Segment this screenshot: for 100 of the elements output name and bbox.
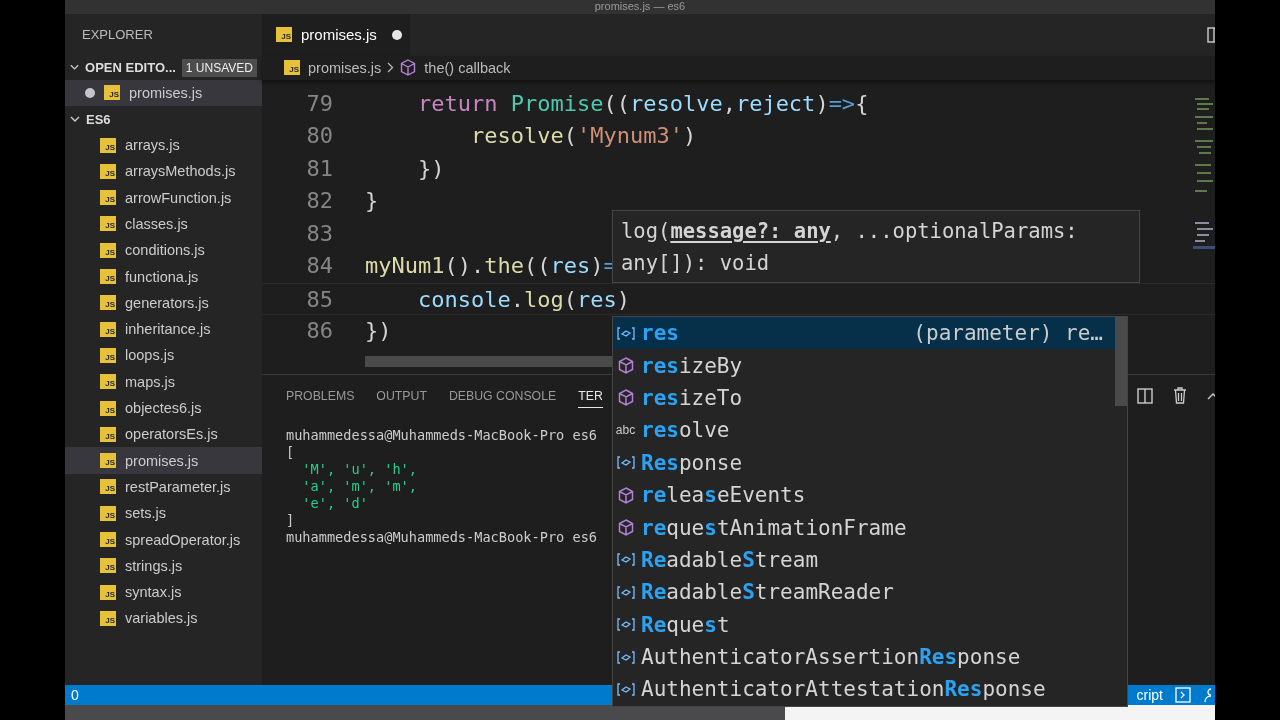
file-item[interactable]: JS strings.js [65,552,262,579]
file-item[interactable]: JS functiona.js [65,263,262,290]
variable-icon [616,683,635,696]
line-number: 79 [305,89,333,118]
suggestion-item[interactable]: Response [613,446,1115,479]
js-file-icon: JS [100,400,116,416]
editor-tab[interactable]: JS promises.js [262,13,410,56]
split-panel-icon[interactable] [1137,387,1153,404]
variable-icon [616,326,635,340]
code-line: }) [416,155,445,181]
panel-tab[interactable]: DEBUG CONSOLE [448,389,557,409]
js-file-icon: JS [104,85,120,101]
language-mode[interactable]: cript [1136,687,1163,704]
open-editor-item[interactable]: JS promises.js [65,79,262,106]
terminal-line: 'e', 'd' [301,494,368,512]
problems-count[interactable]: 0 [71,687,79,704]
js-file-icon: JS [100,505,116,521]
line-number: 84 [305,252,333,281]
file-item[interactable]: JS arraysMethods.js [65,158,262,185]
js-file-icon: JS [100,269,116,285]
terminal-line: muhammedessa@Muhammeds-MacBook-Pro es6 [286,426,597,444]
file-item[interactable]: JS promises.js [65,447,262,474]
file-item[interactable]: JS syntax.js [65,578,262,606]
js-file-icon: JS [100,610,116,626]
js-file-icon: JS [100,321,116,337]
window-title: promises.js — es6 [594,0,686,13]
sidebar-title: EXPLORER [82,27,153,43]
js-file-icon: JS [100,374,116,390]
cube-icon [617,389,634,407]
code-line: }) [365,318,392,344]
js-file-icon: JS [100,426,116,442]
suggestion-detail: (parameter) re… [913,321,1103,346]
js-file-icon: JS [100,137,116,153]
person-icon[interactable] [1203,687,1211,704]
scrollbar-thumb[interactable] [1115,317,1127,406]
file-item[interactable]: JS objectes6.js [65,394,262,422]
suggestion-item[interactable]: AuthenticatorAttestationResponse [613,673,1115,706]
js-file-icon: JS [100,347,116,363]
code-line: console.log(res) [416,286,630,312]
variable-icon [616,650,635,664]
chevron-down-icon [70,64,80,72]
js-file-icon: JS [100,190,116,206]
line-number: 80 [305,122,333,151]
file-item[interactable]: JS classes.js [65,210,262,238]
suggestion-item[interactable]: res (parameter) re… [613,317,1115,350]
cube-icon [400,59,417,77]
suggestion-item[interactable]: ReadableStream [613,543,1115,577]
signature-text: log(message?: any, ...optionalParams: any[]): void [621,219,1078,275]
code-line: return Promise((resolve,reject)=>{ [416,90,869,116]
js-file-icon: JS [100,216,116,232]
trash-icon[interactable] [1173,387,1187,405]
chevron-right-icon [387,62,395,74]
file-item[interactable]: JS arrowFunction.js [65,184,262,211]
suggestion-item[interactable]: ReadableStreamReader [613,576,1115,609]
variable-icon [616,585,635,599]
panel-tab[interactable]: OUTPUT [376,389,427,409]
code-line: } [365,188,379,214]
js-file-icon: JS [100,584,116,600]
file-item[interactable]: JS maps.js [65,368,262,395]
line-number: 85 [305,285,333,314]
suggestion-item[interactable]: abc resolve [613,414,1115,447]
line-number: 82 [305,187,333,216]
file-item[interactable]: JS variables.js [65,605,262,632]
terminal-icon[interactable] [1175,687,1191,704]
file-item[interactable]: JS spreadOperator.js [65,526,262,553]
file-item[interactable]: JS loops.js [65,342,262,369]
panel-tab[interactable]: TER [578,389,603,409]
line-number: 81 [305,154,333,183]
line-number: 86 [305,317,333,346]
variable-icon [616,553,635,567]
suggestion-item[interactable]: AuthenticatorAssertionResponse [613,640,1115,674]
cube-icon [617,357,634,375]
js-file-icon: JS [100,163,116,179]
variable-icon [616,456,635,470]
js-file-icon: JS [100,295,116,311]
file-item[interactable]: JS restParameter.js [65,473,262,501]
file-item[interactable]: JS operatorsEs.js [65,421,262,448]
js-file-icon: JS [284,60,300,76]
unsaved-badge: 1 UNSAVED [181,58,257,77]
js-file-icon: JS [100,479,116,495]
chevron-up-icon[interactable] [1207,391,1215,400]
section-header[interactable]: OPEN EDITO... 1 UNSAVED [65,55,262,80]
file-item[interactable]: JS inheritance.js [65,316,262,343]
file-item[interactable]: JS arrays.js [65,131,262,159]
terminal-line: 'M', 'u', 'h', [301,460,417,478]
suggestion-item[interactable]: resizeTo [613,381,1115,415]
file-item[interactable]: JS conditions.js [65,237,262,264]
horizontal-scrollbar[interactable] [365,355,613,367]
file-item[interactable]: JS sets.js [65,500,262,527]
breadcrumb-item[interactable]: JS promises.js [284,59,382,76]
code-line: resolve('Mynum3') [469,123,697,149]
js-file-icon: JS [100,558,116,574]
suggestion-item[interactable]: Request [613,608,1115,641]
file-item[interactable]: JS generators.js [65,289,262,316]
suggestion-item[interactable]: releaseEvents [613,478,1115,512]
breadcrumb-item[interactable]: the() callback [400,59,511,77]
suggestion-item[interactable]: resizeBy [613,349,1115,382]
section-header[interactable]: ES6 [65,107,262,132]
suggestion-item[interactable]: requestAnimationFrame [613,511,1115,544]
panel-tab[interactable]: PROBLEMS [286,389,355,409]
